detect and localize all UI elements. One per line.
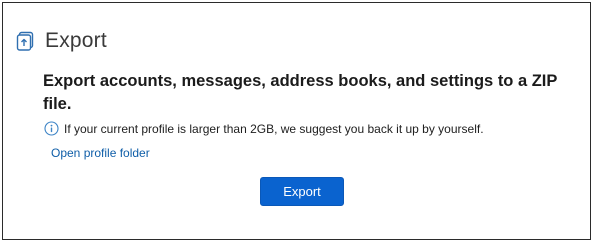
page-title: Export bbox=[45, 29, 107, 52]
export-icon bbox=[15, 30, 37, 52]
export-button[interactable]: Export bbox=[260, 177, 344, 206]
open-profile-folder-link[interactable]: Open profile folder bbox=[51, 146, 150, 160]
info-message: If your current profile is larger than 2… bbox=[44, 121, 484, 136]
panel-header: Export bbox=[15, 29, 107, 53]
export-panel: Export Export accounts, messages, addres… bbox=[2, 2, 591, 240]
info-text: If your current profile is larger than 2… bbox=[64, 121, 484, 136]
info-icon bbox=[44, 121, 59, 136]
export-description: Export accounts, messages, address books… bbox=[43, 72, 558, 113]
